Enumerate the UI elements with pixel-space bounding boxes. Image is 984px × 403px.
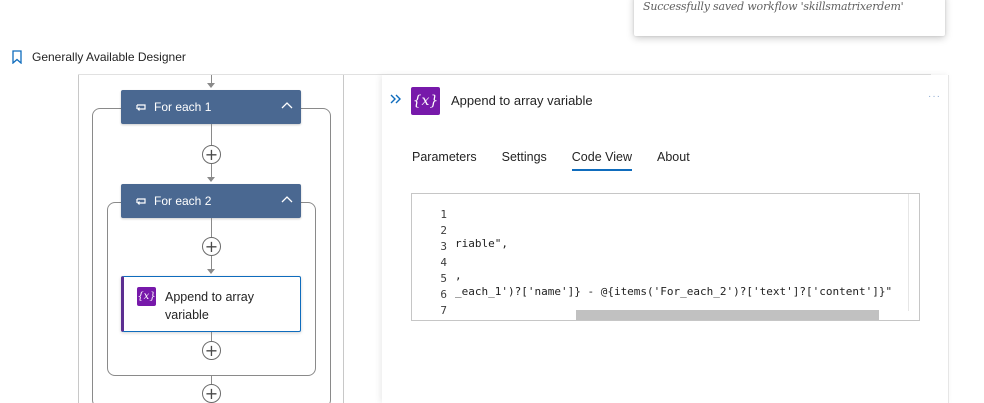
tab-settings[interactable]: Settings	[502, 150, 547, 171]
variable-icon: {x}	[137, 287, 156, 306]
code-line: 6	[412, 275, 908, 301]
line-number: 7	[440, 304, 447, 317]
add-action-button[interactable]: +	[202, 237, 221, 256]
designer-label: Generally Available Designer	[32, 50, 186, 64]
overview-ruler	[908, 194, 909, 311]
panel-title: Append to array variable	[451, 93, 593, 108]
add-action-button[interactable]: +	[202, 341, 221, 360]
more-options-icon[interactable]: ···	[928, 91, 941, 102]
code-line: 3	[412, 227, 908, 253]
action-details-panel: {x} Append to array variable ··· Paramet…	[382, 75, 949, 403]
connector-arrow	[207, 83, 215, 88]
foreach2-card[interactable]: For each 2	[121, 184, 301, 218]
foreach1-card[interactable]: For each 1	[121, 90, 301, 124]
variable-icon: {x}	[411, 87, 440, 115]
code-line: 5 _each_1')?['name']} - @{items('For_eac…	[412, 259, 908, 298]
connector-arrow	[207, 177, 215, 182]
code-line: 7	[412, 291, 908, 317]
tab-parameters[interactable]: Parameters	[412, 150, 477, 171]
horizontal-scrollbar[interactable]	[576, 310, 879, 320]
save-notification: Successfully saved workflow 'skillsmatri…	[634, 0, 945, 36]
code-line: 1	[412, 195, 908, 221]
expand-icon[interactable]	[390, 94, 402, 104]
connector-line	[211, 376, 212, 384]
code-editor[interactable]: 1 2 riable", 3 4 , 5 _each_1')?['name']}…	[411, 193, 920, 321]
notification-message: Successfully saved workflow 'skillsmatri…	[643, 0, 904, 13]
bookmark-icon[interactable]	[12, 50, 22, 64]
code-line: 2 riable",	[412, 211, 908, 250]
workflow-canvas[interactable]: For each 1 + For each 2 + {x} Append to …	[78, 75, 344, 403]
add-action-button[interactable]: +	[202, 145, 221, 164]
chevron-up-icon[interactable]	[281, 101, 293, 109]
loop-icon	[136, 104, 146, 111]
action-label: Append to array variable	[165, 290, 254, 322]
append-action-card[interactable]: {x} Append to array variable	[121, 276, 301, 332]
code-line: 4 ,	[412, 243, 908, 282]
connector-arrow	[207, 269, 215, 274]
designer-header: Generally Available Designer	[12, 50, 186, 64]
foreach1-label: For each 1	[154, 100, 212, 114]
foreach2-label: For each 2	[154, 194, 212, 208]
loop-icon	[136, 198, 146, 205]
add-action-button[interactable]: +	[202, 384, 221, 403]
chevron-up-icon[interactable]	[281, 195, 293, 203]
tab-about[interactable]: About	[657, 150, 690, 171]
panel-tabs: Parameters Settings Code View About	[412, 150, 715, 171]
tab-code-view[interactable]: Code View	[571, 150, 633, 171]
